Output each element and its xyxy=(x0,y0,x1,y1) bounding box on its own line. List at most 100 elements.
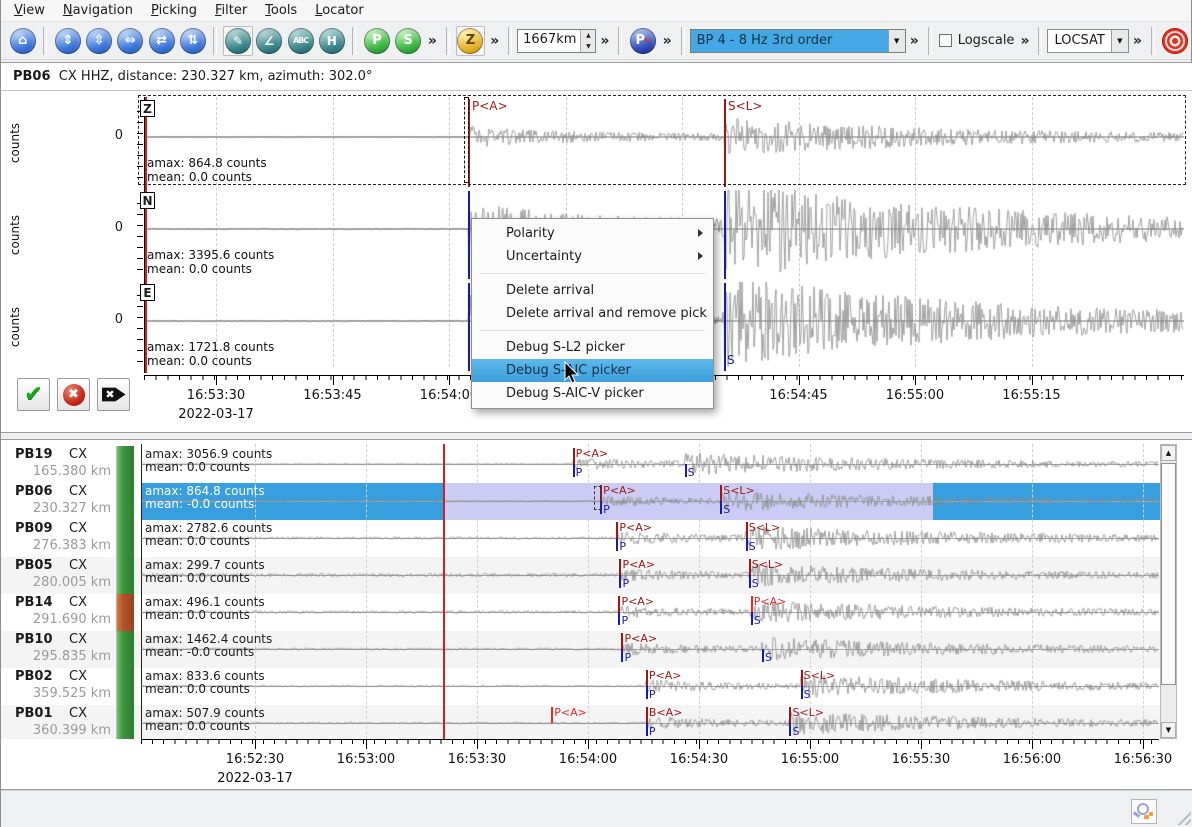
pick-line[interactable] xyxy=(801,670,803,686)
zoom-horizontal-out-button[interactable]: ⇔ xyxy=(116,26,145,56)
confirm-pick-button[interactable]: ✔ xyxy=(17,378,50,411)
filter-select[interactable]: BP 4 - 8 Hz 3rd order ▼ xyxy=(690,29,906,53)
toolbar-overflow-button[interactable]: » xyxy=(1016,33,1033,49)
zoom-vertical-in-button[interactable]: ⇳ xyxy=(84,26,113,56)
picker-panel: PB06 CX HHZ, distance: 230.327 km, azimu… xyxy=(1,62,1192,433)
toolbar-overflow-button[interactable]: » xyxy=(424,33,441,49)
skip-station-button[interactable]: ✖ xyxy=(97,378,130,411)
spin-up-icon[interactable]: ▲ xyxy=(581,30,595,41)
pick-line-s[interactable] xyxy=(724,283,726,371)
trace-list-row-pb14[interactable]: PB14CX291.690 kmamax: 496.1 countsmean: … xyxy=(1,594,1177,631)
trace-list-row-pb09[interactable]: PB09CX276.383 kmamax: 2782.6 countsmean:… xyxy=(1,520,1177,557)
context-menu-item[interactable]: Delete arrival and remove pick xyxy=(472,302,713,325)
menu-tools[interactable]: Tools xyxy=(256,1,306,20)
phase-pick-line[interactable] xyxy=(646,723,648,736)
pick-line[interactable] xyxy=(621,633,623,649)
phase-pick-line[interactable] xyxy=(646,686,648,699)
toolbar-overflow-button[interactable]: » xyxy=(486,33,503,49)
context-menu-item[interactable]: Debug S-AIC picker xyxy=(472,359,713,382)
menu-view[interactable]: View xyxy=(5,1,54,20)
trace-list-row-pb10[interactable]: PB10CX295.835 kmamax: 1462.4 countsmean:… xyxy=(1,631,1177,668)
logscale-checkbox[interactable] xyxy=(939,34,952,47)
context-menu-item[interactable]: Debug S-L2 picker xyxy=(472,336,713,359)
pick-p-icon: P xyxy=(364,28,390,54)
locator-select[interactable]: LOCSAT ▼ xyxy=(1047,29,1128,53)
zoom-reset-button[interactable]: ⇅ xyxy=(178,26,207,56)
pick-line[interactable] xyxy=(646,670,648,686)
pick-s-button[interactable]: S xyxy=(394,26,423,56)
phase-pick-line[interactable] xyxy=(751,612,753,625)
phase-pick-line[interactable] xyxy=(746,538,748,551)
menu-filter[interactable]: Filter xyxy=(206,1,256,20)
zoom-mode-button[interactable] xyxy=(1131,799,1157,824)
pick-line[interactable] xyxy=(618,596,620,612)
phase-pick-line[interactable] xyxy=(619,575,621,588)
pick-line[interactable] xyxy=(646,707,648,723)
pick-line[interactable] xyxy=(789,707,791,723)
amplitude-tool-button[interactable]: H xyxy=(317,26,346,56)
toolbar-overflow-button[interactable]: » xyxy=(659,33,676,49)
pick-line[interactable] xyxy=(573,448,575,464)
component-z-button[interactable]: Z xyxy=(456,26,485,56)
context-menu-item[interactable]: Uncertainty xyxy=(472,245,713,268)
trace-list-row-pb19[interactable]: PB19CX165.380 kmamax: 3056.9 countsmean:… xyxy=(1,446,1177,483)
phase-pick-line[interactable] xyxy=(749,575,751,588)
phase-pick-line[interactable] xyxy=(616,538,618,551)
home-button[interactable]: ⌂ xyxy=(8,26,37,56)
annotate-tool-button[interactable]: ABC xyxy=(286,26,315,56)
context-menu-item[interactable]: Polarity xyxy=(472,222,713,245)
pick-line-s[interactable] xyxy=(724,191,726,279)
pick-line[interactable] xyxy=(551,707,553,723)
pick-line[interactable] xyxy=(720,485,722,501)
distance-spinbox[interactable]: 1667km ▲▼ xyxy=(517,29,596,53)
pick-label: P<A> xyxy=(624,632,657,645)
pick-line-p[interactable] xyxy=(468,191,470,279)
trace-list-row-pb06[interactable]: PB06CX230.327 kmamax: 864.8 countsmean: … xyxy=(1,483,1177,520)
zoom-horizontal-in-button[interactable]: ⇄ xyxy=(147,26,176,56)
dropdown-arrow-icon[interactable]: ▼ xyxy=(888,30,905,52)
scrollbar-handle[interactable] xyxy=(1161,463,1176,685)
scroll-up-button[interactable]: ▲ xyxy=(1161,445,1176,461)
relocate-button[interactable] xyxy=(1161,26,1190,56)
toolbar-overflow-button[interactable]: » xyxy=(596,33,613,49)
trace-list-row-pb05[interactable]: PB05CX280.005 kmamax: 299.7 countsmean: … xyxy=(1,557,1177,594)
pick-p-button[interactable]: P xyxy=(362,26,391,56)
pick-line[interactable] xyxy=(616,522,618,538)
phase-pick-line[interactable] xyxy=(720,501,722,514)
phase-pick-line[interactable] xyxy=(801,686,803,699)
phase-pick-line[interactable] xyxy=(573,464,575,477)
trace-list[interactable]: PB19CX165.380 kmamax: 3056.9 countsmean:… xyxy=(1,444,1177,739)
phase-pick-line[interactable] xyxy=(789,723,791,736)
vertical-scrollbar[interactable]: ▲ ▼ xyxy=(1160,444,1177,739)
distance-spinbox-value[interactable]: 1667km xyxy=(518,30,580,52)
menu-picking[interactable]: Picking xyxy=(142,1,206,20)
align-pv-button[interactable]: P∿ xyxy=(628,26,657,56)
pick-line[interactable] xyxy=(751,596,753,612)
pick-line[interactable] xyxy=(746,522,748,538)
trace-list-row-pb01[interactable]: PB01CX360.399 kmamax: 507.9 countsmean: … xyxy=(1,705,1177,739)
trace-list-row-pb02[interactable]: PB02CX359.525 kmamax: 833.6 countsmean: … xyxy=(1,668,1177,705)
spin-down-icon[interactable]: ▼ xyxy=(581,41,595,52)
angle-tool-button[interactable]: ∠ xyxy=(255,26,284,56)
pick-line[interactable] xyxy=(749,559,751,575)
phase-pick-line[interactable] xyxy=(762,649,764,662)
pick-line-p[interactable] xyxy=(468,283,470,371)
spinbox-arrows[interactable]: ▲▼ xyxy=(580,30,595,52)
ruler-tool-button[interactable]: ✎ xyxy=(223,26,252,56)
logscale-toggle[interactable]: Logscale xyxy=(937,33,1017,48)
phase-pick-line[interactable] xyxy=(621,649,623,662)
menu-navigation[interactable]: Navigation xyxy=(54,1,142,20)
pick-line[interactable] xyxy=(619,559,621,575)
toolbar-overflow-button[interactable]: » xyxy=(906,33,923,49)
scroll-down-button[interactable]: ▼ xyxy=(1161,722,1176,738)
menu-locator[interactable]: Locator xyxy=(306,1,372,20)
zoom-vertical-out-button[interactable]: ⇕ xyxy=(53,26,82,56)
phase-pick-line[interactable] xyxy=(618,612,620,625)
window-resize-grip[interactable] xyxy=(1175,809,1191,825)
toolbar-overflow-button[interactable]: » xyxy=(1129,33,1146,49)
dropdown-arrow-icon[interactable]: ▼ xyxy=(1111,30,1128,52)
context-menu-item[interactable]: Delete arrival xyxy=(472,279,713,302)
reject-pick-button[interactable]: ✖ xyxy=(57,378,90,411)
phase-pick-line[interactable] xyxy=(685,464,687,477)
context-menu-item[interactable]: Debug S-AIC-V picker xyxy=(472,382,713,405)
